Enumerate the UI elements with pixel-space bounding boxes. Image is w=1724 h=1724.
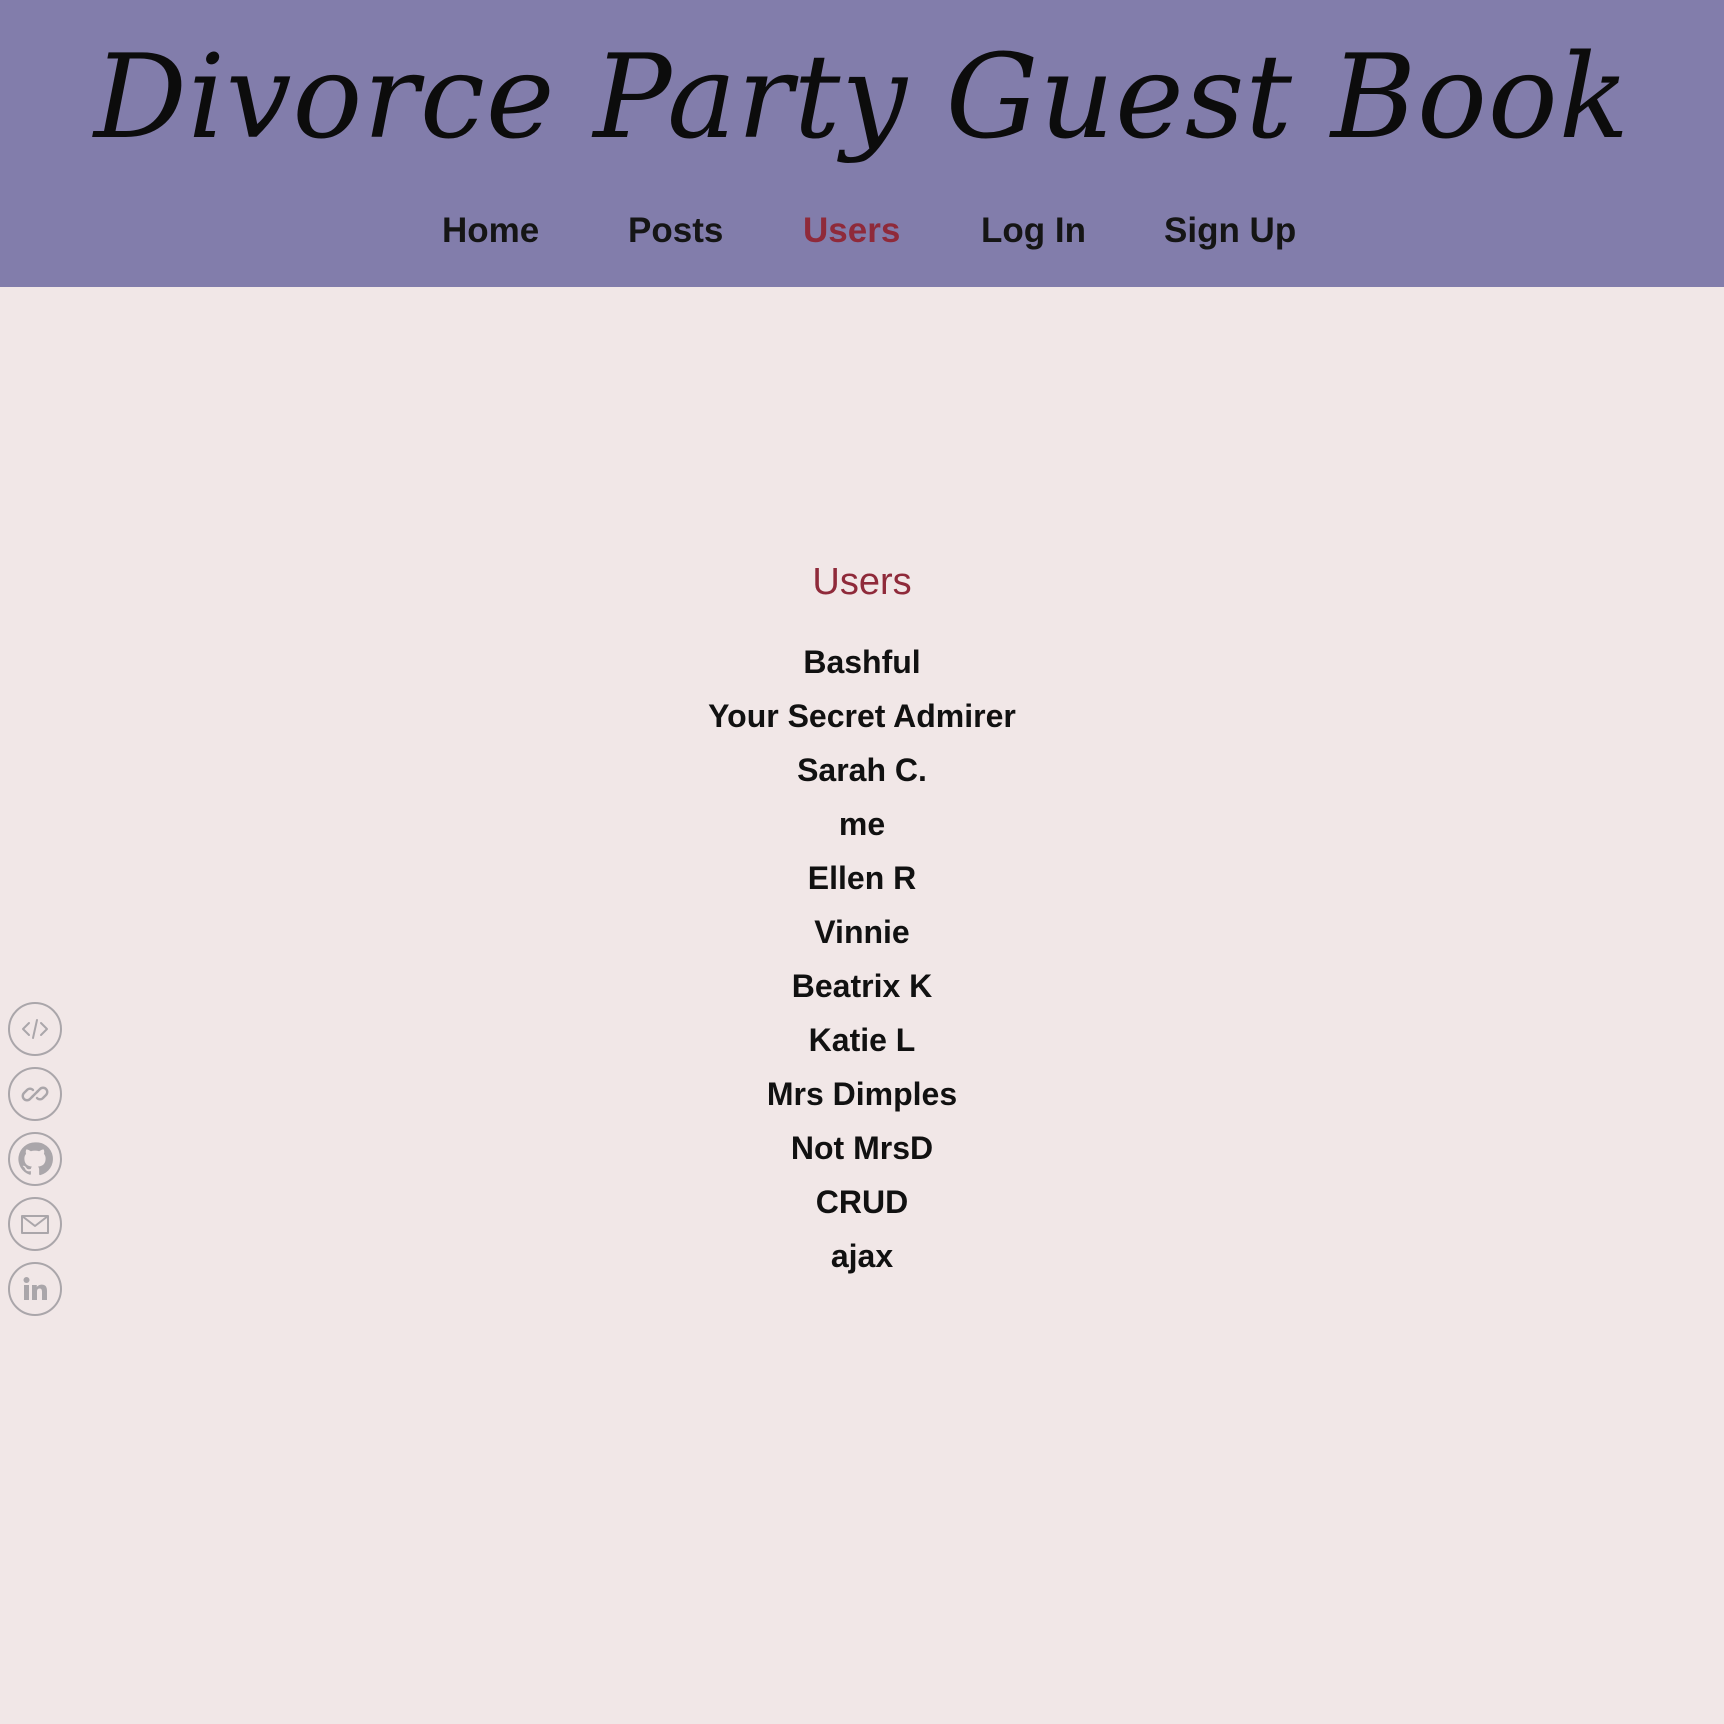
user-name[interactable]: CRUD (816, 1184, 908, 1220)
list-item[interactable]: Katie L (0, 1013, 1724, 1067)
list-item[interactable]: Bashful (0, 635, 1724, 689)
nav-link-login[interactable]: Log In (981, 206, 1086, 256)
social-links (8, 1002, 66, 1327)
user-name[interactable]: Beatrix K (792, 968, 933, 1004)
user-name[interactable]: Mrs Dimples (767, 1076, 957, 1112)
nav-link-posts[interactable]: Posts (628, 206, 723, 256)
github-icon[interactable] (8, 1132, 62, 1186)
list-item[interactable]: Beatrix K (0, 959, 1724, 1013)
user-name[interactable]: Ellen R (808, 860, 916, 896)
code-icon[interactable] (8, 1002, 62, 1056)
user-list: Bashful Your Secret Admirer Sarah C. me … (0, 635, 1724, 1283)
site-title: Divorce Party Guest Book (93, 30, 1631, 165)
main-content: Users Bashful Your Secret Admirer Sarah … (0, 287, 1724, 1724)
link-icon[interactable] (8, 1067, 62, 1121)
user-name[interactable]: Katie L (809, 1022, 916, 1058)
list-item[interactable]: Vinnie (0, 905, 1724, 959)
user-name[interactable]: Bashful (803, 644, 920, 680)
list-item[interactable]: me (0, 797, 1724, 851)
user-name[interactable]: ajax (831, 1238, 893, 1274)
user-name[interactable]: Sarah C. (797, 752, 927, 788)
list-item[interactable]: Sarah C. (0, 743, 1724, 797)
user-name[interactable]: Vinnie (814, 914, 909, 950)
page-title: Users (812, 561, 912, 603)
list-item[interactable]: Not MrsD (0, 1121, 1724, 1175)
list-item[interactable]: Mrs Dimples (0, 1067, 1724, 1121)
list-item[interactable]: ajax (0, 1229, 1724, 1283)
nav-link-signup[interactable]: Sign Up (1164, 206, 1296, 256)
site-header: Divorce Party Guest Book Home Posts User… (0, 0, 1724, 287)
list-item[interactable]: Ellen R (0, 851, 1724, 905)
user-name[interactable]: Your Secret Admirer (708, 698, 1016, 734)
nav-link-users[interactable]: Users (803, 206, 900, 256)
nav-link-home[interactable]: Home (442, 206, 539, 256)
user-name[interactable]: me (839, 806, 885, 842)
user-name[interactable]: Not MrsD (791, 1130, 933, 1166)
list-item[interactable]: Your Secret Admirer (0, 689, 1724, 743)
list-item[interactable]: CRUD (0, 1175, 1724, 1229)
linkedin-icon[interactable] (8, 1262, 62, 1316)
mail-icon[interactable] (8, 1197, 62, 1251)
